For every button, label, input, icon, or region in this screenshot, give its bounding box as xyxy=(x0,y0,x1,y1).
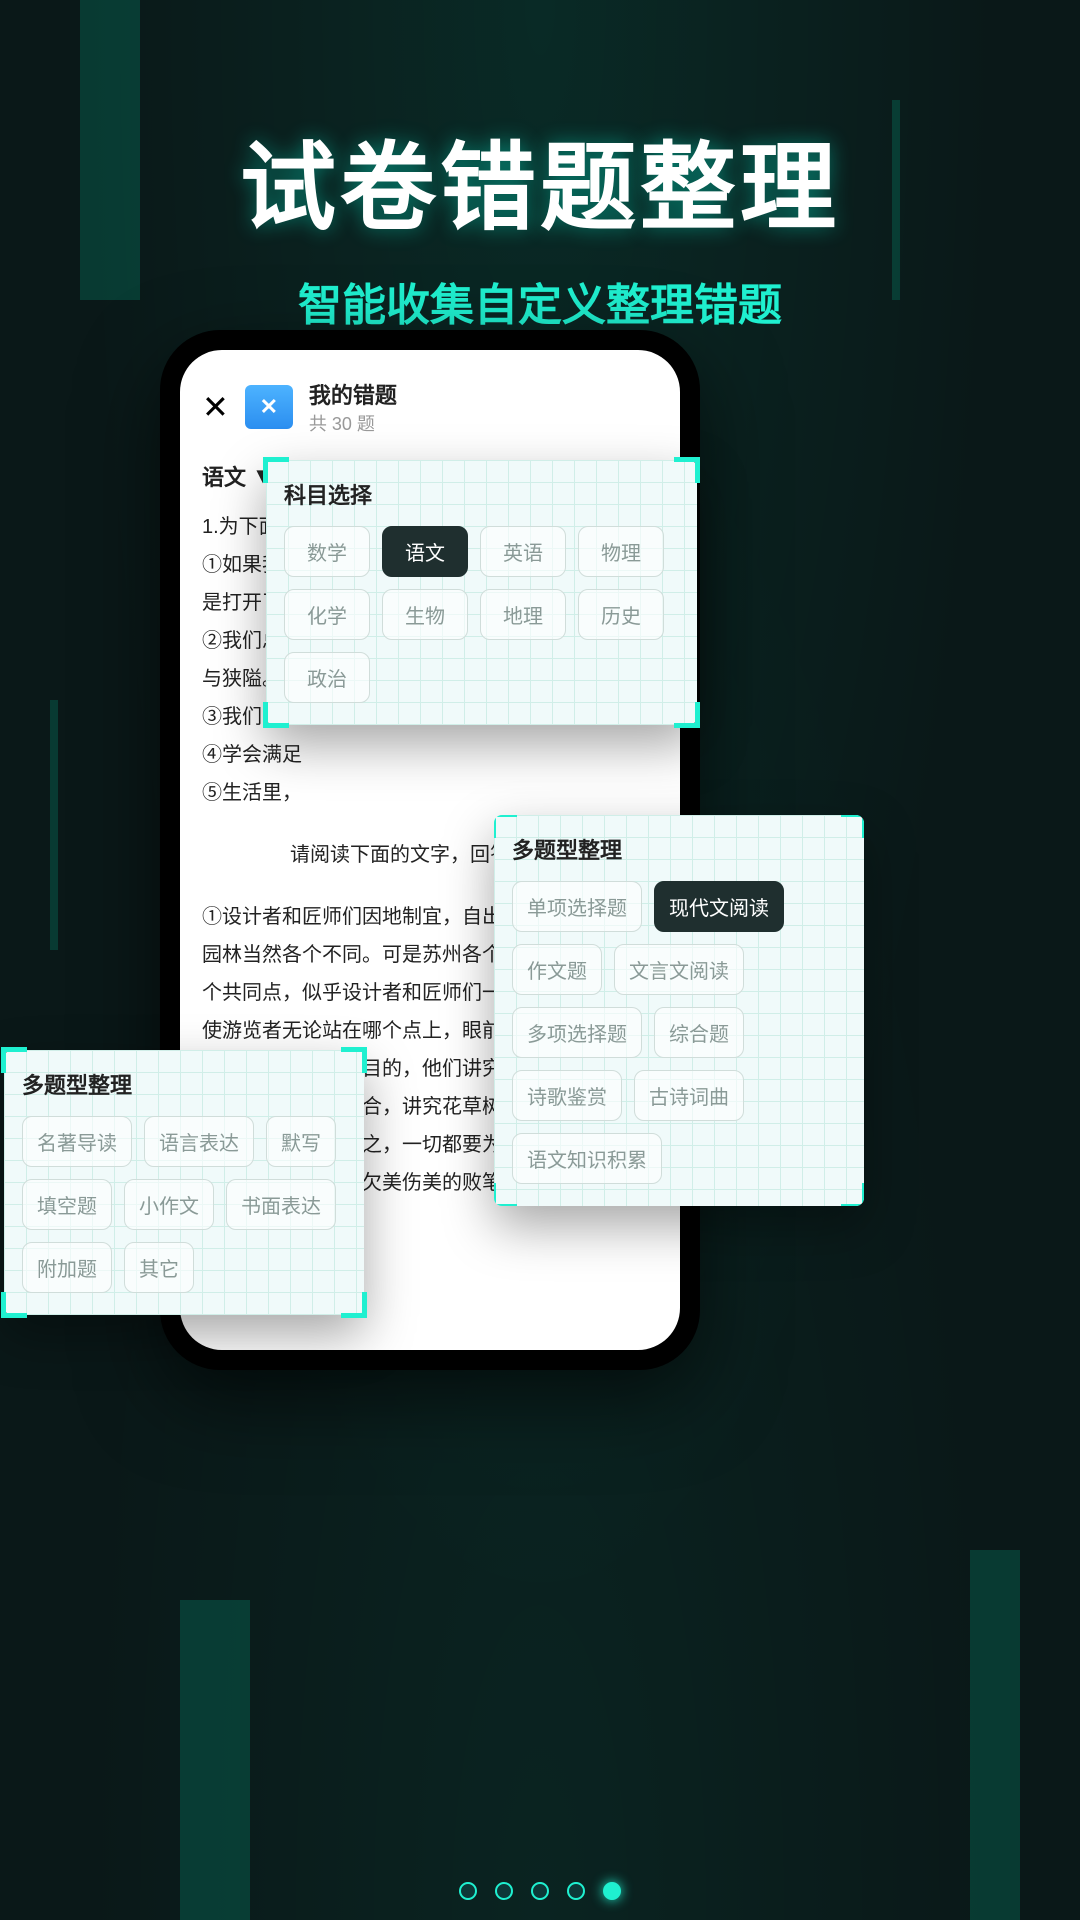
chip-多项选择题[interactable]: 多项选择题 xyxy=(512,1007,642,1058)
subject-label: 语文 xyxy=(202,460,246,492)
chip-历史[interactable]: 历史 xyxy=(578,589,664,640)
page-dot[interactable] xyxy=(603,1882,621,1900)
chip-生物[interactable]: 生物 xyxy=(382,589,468,640)
chip-古诗词曲[interactable]: 古诗词曲 xyxy=(634,1070,744,1121)
hero-subtitle: 智能收集自定义整理错题 xyxy=(0,269,1080,333)
chip-语文[interactable]: 语文 xyxy=(382,526,468,577)
subject-popup: 科目选择 数学语文英语物理化学生物地理历史政治 xyxy=(266,460,697,725)
page-indicator xyxy=(459,1882,621,1900)
chip-默写[interactable]: 默写 xyxy=(266,1116,336,1167)
close-icon[interactable]: ✕ xyxy=(202,391,229,423)
chip-语文知识积累[interactable]: 语文知识积累 xyxy=(512,1133,662,1184)
chip-填空题[interactable]: 填空题 xyxy=(22,1179,112,1230)
chip-文言文阅读[interactable]: 文言文阅读 xyxy=(614,944,744,995)
chip-综合题[interactable]: 综合题 xyxy=(654,1007,744,1058)
folder-icon: ✕ xyxy=(245,385,293,429)
question-line: ④学会满足 xyxy=(202,736,658,774)
folder-count: 共 30 题 xyxy=(309,410,397,436)
chip-诗歌鉴赏[interactable]: 诗歌鉴赏 xyxy=(512,1070,622,1121)
chip-化学[interactable]: 化学 xyxy=(284,589,370,640)
chip-附加题[interactable]: 附加题 xyxy=(22,1242,112,1293)
chip-政治[interactable]: 政治 xyxy=(284,652,370,703)
subject-popup-title: 科目选择 xyxy=(284,478,679,510)
types-popup-right: 多题型整理 单项选择题现代文阅读作文题文言文阅读多项选择题综合题诗歌鉴赏古诗词曲… xyxy=(494,815,864,1206)
chip-其它[interactable]: 其它 xyxy=(124,1242,194,1293)
hero-title: 试卷错题整理 xyxy=(0,110,1080,249)
chip-地理[interactable]: 地理 xyxy=(480,589,566,640)
folder-title: 我的错题 xyxy=(309,378,397,410)
chip-数学[interactable]: 数学 xyxy=(284,526,370,577)
page-dot[interactable] xyxy=(567,1882,585,1900)
types-left-title: 多题型整理 xyxy=(22,1068,346,1100)
page-dot[interactable] xyxy=(495,1882,513,1900)
chip-书面表达[interactable]: 书面表达 xyxy=(226,1179,336,1230)
chip-名著导读[interactable]: 名著导读 xyxy=(22,1116,132,1167)
chip-语言表达[interactable]: 语言表达 xyxy=(144,1116,254,1167)
chip-现代文阅读[interactable]: 现代文阅读 xyxy=(654,881,784,932)
question-line: ⑤生活里， xyxy=(202,774,658,812)
chip-单项选择题[interactable]: 单项选择题 xyxy=(512,881,642,932)
screen-header: ✕ ✕ 我的错题 共 30 题 xyxy=(202,378,658,436)
hero: 试卷错题整理 智能收集自定义整理错题 xyxy=(0,0,1080,333)
chip-小作文[interactable]: 小作文 xyxy=(124,1179,214,1230)
chip-英语[interactable]: 英语 xyxy=(480,526,566,577)
page-dot[interactable] xyxy=(459,1882,477,1900)
types-popup-left: 多题型整理 名著导读语言表达默写填空题小作文书面表达附加题其它 xyxy=(4,1050,364,1315)
types-right-title: 多题型整理 xyxy=(512,833,846,865)
page-dot[interactable] xyxy=(531,1882,549,1900)
chip-物理[interactable]: 物理 xyxy=(578,526,664,577)
chip-作文题[interactable]: 作文题 xyxy=(512,944,602,995)
